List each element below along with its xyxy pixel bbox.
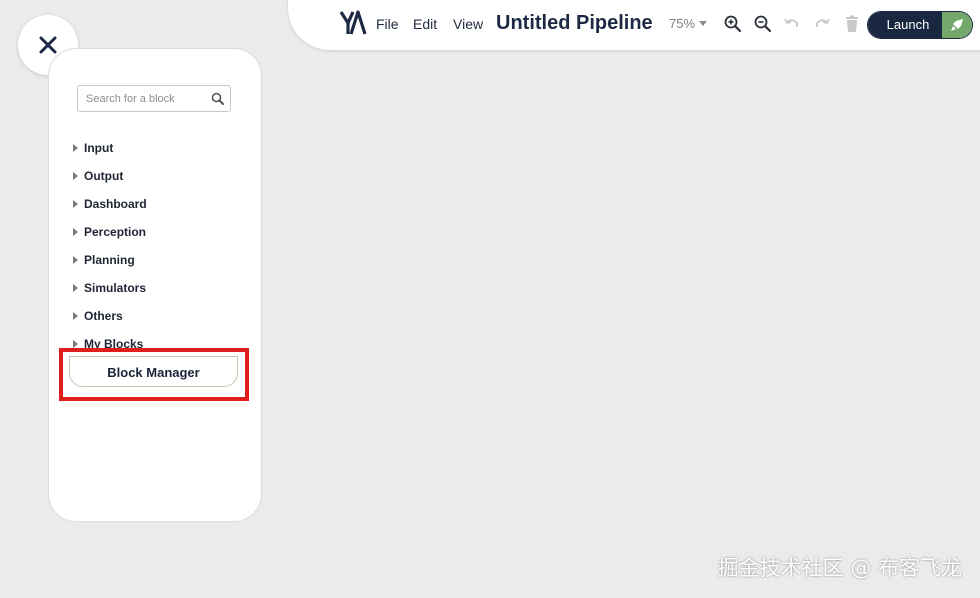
category-label: Input [84, 141, 114, 155]
caret-right-icon [73, 144, 78, 152]
ya-logo-icon[interactable] [339, 10, 367, 36]
caret-right-icon [73, 284, 78, 292]
caret-right-icon [73, 340, 78, 348]
close-icon [39, 36, 57, 54]
caret-right-icon [73, 172, 78, 180]
zoom-out-icon[interactable] [753, 14, 773, 34]
zoom-select[interactable]: 75% [669, 16, 708, 31]
category-perception[interactable]: Perception [73, 225, 146, 239]
category-label: Dashboard [84, 197, 147, 211]
redo-icon[interactable] [812, 14, 832, 34]
category-others[interactable]: Others [73, 309, 123, 323]
category-simulators[interactable]: Simulators [73, 281, 146, 295]
watermark: 掘金技术社区 @ 布客飞龙 [717, 556, 962, 580]
category-label: Perception [84, 225, 147, 239]
search-icon[interactable] [211, 92, 224, 105]
category-label: Others [84, 309, 123, 323]
highlight-annotation [59, 348, 249, 401]
category-input[interactable]: Input [73, 141, 113, 155]
menu-edit[interactable]: Edit [413, 16, 437, 32]
menu-file[interactable]: File [376, 16, 399, 32]
caret-right-icon [73, 312, 78, 320]
category-dashboard[interactable]: Dashboard [73, 197, 147, 211]
search-input[interactable] [84, 91, 212, 106]
caret-right-icon [73, 228, 78, 236]
rocket-icon [942, 12, 972, 38]
chevron-down-icon [699, 21, 708, 26]
menu-view[interactable]: View [453, 16, 483, 32]
trash-icon[interactable] [842, 14, 862, 34]
launch-label: Launch [868, 12, 942, 38]
caret-right-icon [73, 200, 78, 208]
category-planning[interactable]: Planning [73, 253, 135, 267]
undo-icon[interactable] [782, 14, 802, 34]
category-label: Output [84, 169, 124, 183]
pipeline-title[interactable]: Untitled Pipeline [496, 12, 653, 35]
category-label: Planning [84, 253, 135, 267]
zoom-in-icon[interactable] [723, 14, 743, 34]
block-library-panel: Input Output Dashboard Perception Planni… [48, 48, 262, 522]
caret-right-icon [73, 256, 78, 264]
launch-button[interactable]: Launch [868, 12, 972, 38]
block-search[interactable] [77, 85, 231, 112]
category-label: Simulators [84, 281, 147, 295]
category-output[interactable]: Output [73, 169, 123, 183]
zoom-level: 75% [669, 16, 696, 31]
